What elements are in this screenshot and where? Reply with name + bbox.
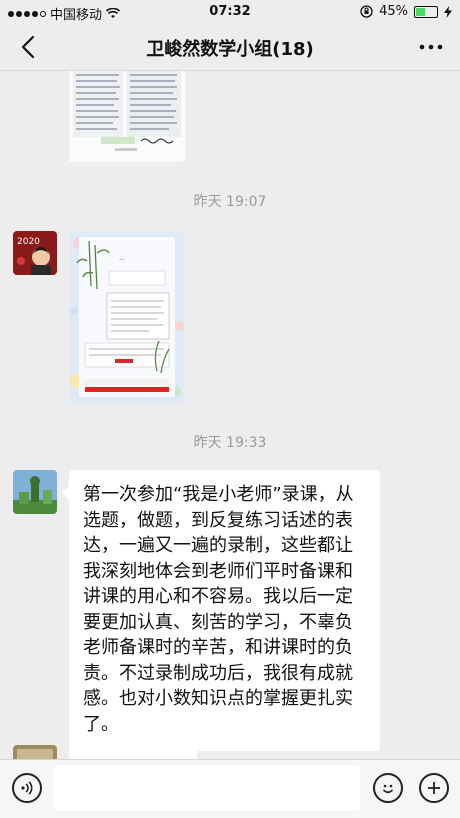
svg-text:—: — xyxy=(119,256,125,263)
timestamp: 昨天 19:33 xyxy=(193,435,267,451)
lesson-poster-image: — xyxy=(69,231,184,403)
avatar[interactable] xyxy=(13,745,57,759)
plus-icon xyxy=(428,782,440,794)
chat-area[interactable]: 昨天 19:07 2020 — 昨天 19:33 第一次参加“我是小老师”录课，… xyxy=(0,71,460,759)
emoji-button[interactable] xyxy=(373,773,403,803)
input-bar xyxy=(0,759,460,818)
voice-icon xyxy=(21,781,33,795)
more-icon[interactable] xyxy=(418,37,444,57)
nav-bar: 卫峻然数学小组(18) xyxy=(0,24,460,71)
orientation-lock-icon xyxy=(360,5,373,18)
battery-percent: 45% xyxy=(379,4,408,19)
charging-icon xyxy=(444,5,452,18)
image-message[interactable]: — xyxy=(69,231,184,403)
timestamp: 昨天 19:07 xyxy=(193,194,267,210)
voice-button[interactable] xyxy=(12,773,42,803)
chat-title: 卫峻然数学小组(18) xyxy=(146,39,314,60)
emoji-icon xyxy=(382,784,394,794)
avatar[interactable] xyxy=(13,470,57,514)
handwritten-homework-image xyxy=(69,71,185,162)
text-message-bubble[interactable]: 第一次参加“我是小老师”录课，从选题，做题，到反复练习话述的表达，一遍又一遍的录… xyxy=(62,470,380,751)
image-message[interactable] xyxy=(69,71,185,162)
message-input[interactable] xyxy=(54,766,360,810)
battery-icon xyxy=(414,5,438,18)
add-button[interactable] xyxy=(419,773,449,803)
avatar-year-text: 2020 xyxy=(17,237,40,247)
status-bar: 中国移动 07:32 45% xyxy=(0,0,460,24)
status-right: 45% xyxy=(360,4,452,19)
avatar[interactable]: 2020 xyxy=(13,231,57,275)
message-bubble-partial[interactable] xyxy=(69,745,197,759)
